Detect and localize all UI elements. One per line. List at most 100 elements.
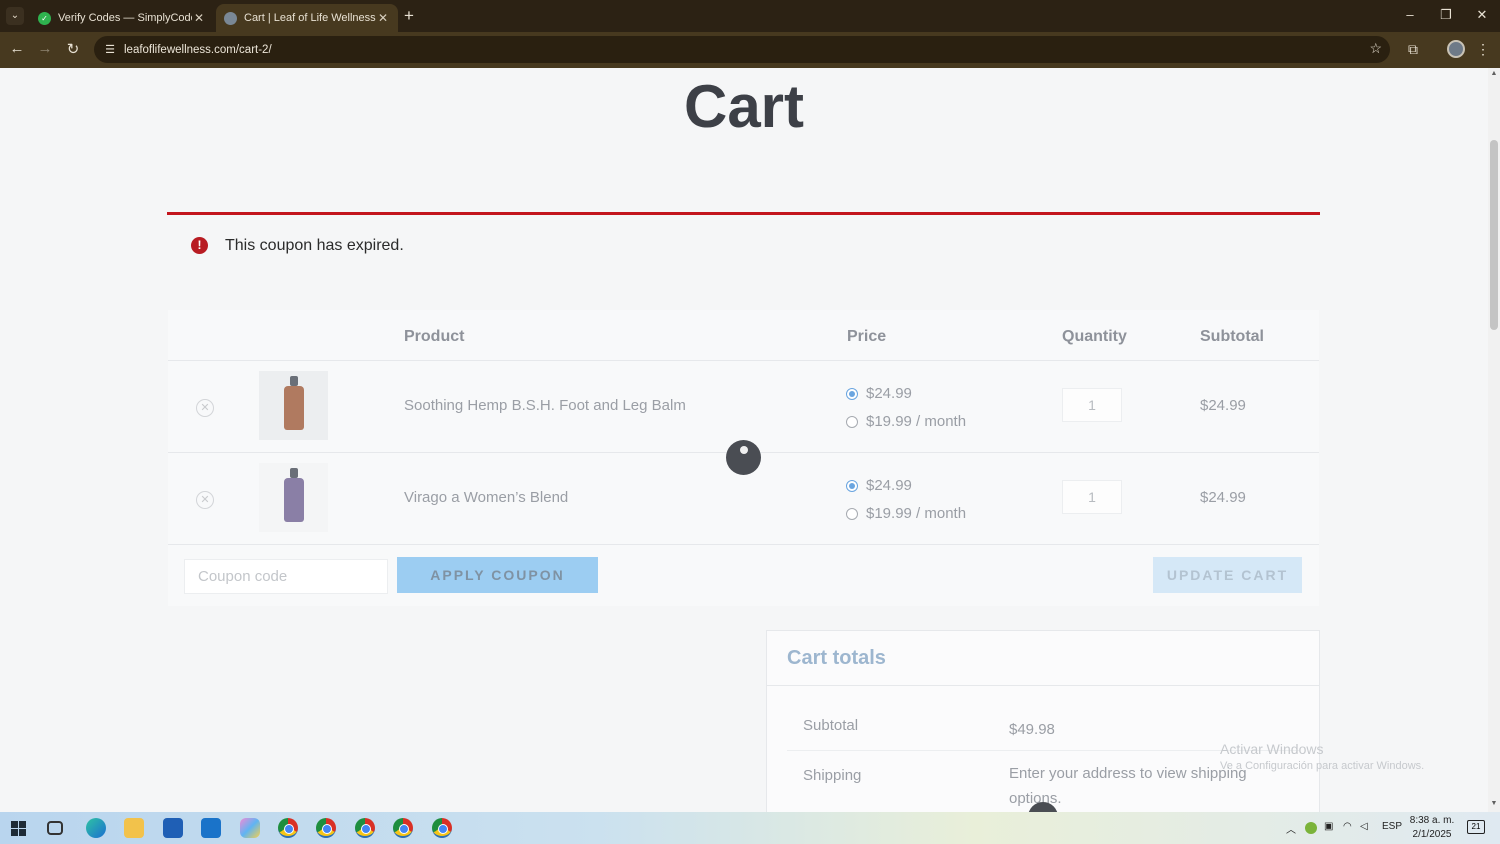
language-indicator[interactable]: ESP — [1382, 821, 1402, 832]
quantity-input[interactable]: 1 — [1062, 388, 1122, 422]
minimize-icon[interactable]: – — [1400, 7, 1420, 22]
price-option-label: $19.99 / month — [866, 505, 967, 522]
tab-cart[interactable]: Cart | Leaf of Life Wellness ✕ — [216, 4, 398, 32]
page-title: Cart — [683, 73, 805, 140]
scroll-down-arrow-icon[interactable]: ▼ — [1490, 800, 1498, 807]
product-name-link[interactable]: Soothing Hemp B.S.H. Foot and Leg Balm — [404, 397, 686, 414]
menu-kebab-icon[interactable]: ⋮ — [1474, 41, 1492, 58]
totals-label: Subtotal — [803, 717, 859, 734]
system-clock[interactable]: 8:38 a. m. 2/1/2025 — [1404, 814, 1460, 842]
close-tab-icon[interactable]: ✕ — [192, 11, 206, 25]
chrome-icon[interactable] — [278, 818, 298, 838]
simplycodes-favicon-icon: ✓ — [38, 11, 51, 25]
radio-selected-icon[interactable] — [846, 479, 858, 492]
windows-start-icon[interactable] — [11, 821, 26, 836]
error-notice: ! This coupon has expired. — [167, 212, 1320, 282]
header-price: Price — [847, 328, 887, 345]
wifi-icon[interactable]: ◠ — [1343, 821, 1352, 832]
remove-item-icon[interactable]: ✕ — [196, 491, 214, 509]
coupon-code-input[interactable]: Coupon code — [184, 559, 388, 594]
page-scrollbar[interactable]: ▲ ▼ — [1488, 68, 1500, 812]
reload-icon[interactable]: ↻ — [63, 40, 83, 58]
tab-title: Cart | Leaf of Life Wellness — [244, 12, 376, 24]
header-subtotal: Subtotal — [1200, 328, 1264, 345]
outlook-icon[interactable] — [201, 818, 221, 838]
profile-avatar[interactable] — [1447, 40, 1465, 58]
new-tab-plus-icon[interactable]: + — [404, 6, 414, 26]
radio-unselected-icon[interactable] — [846, 415, 858, 428]
tab-title: Verify Codes — SimplyCodes — [58, 12, 192, 24]
extensions-puzzle-icon[interactable]: ⧉ — [1404, 41, 1422, 58]
price-option-one-time[interactable]: $24.99 — [846, 477, 912, 494]
update-cart-button[interactable]: UPDATE CART — [1153, 557, 1302, 593]
chrome-icon[interactable] — [432, 818, 452, 838]
radio-unselected-icon[interactable] — [846, 507, 858, 520]
scrollbar-thumb[interactable] — [1490, 140, 1498, 330]
task-view-icon[interactable] — [47, 821, 63, 835]
tray-display-icon[interactable]: ▣ — [1324, 821, 1333, 832]
table-row: ✕ Soothing Hemp B.S.H. Foot and Leg Balm… — [168, 360, 1319, 452]
loading-spinner-icon — [726, 440, 761, 475]
totals-label: Shipping — [803, 767, 862, 784]
address-bar[interactable]: ☰ leafoflifewellness.com/cart-2/ ☆ — [94, 36, 1390, 63]
copilot-icon[interactable] — [240, 818, 260, 838]
error-exclamation-icon: ! — [191, 237, 208, 254]
quantity-input[interactable]: 1 — [1062, 480, 1122, 514]
volume-icon[interactable]: ◁ — [1360, 821, 1368, 832]
product-thumbnail[interactable] — [259, 371, 328, 440]
cart-actions: Coupon code APPLY COUPON UPDATE CART — [168, 544, 1319, 606]
price-option-one-time[interactable]: $24.99 — [846, 385, 912, 402]
product-name-link[interactable]: Virago a Women’s Blend — [404, 489, 568, 506]
totals-value: $49.98 — [1009, 721, 1055, 738]
clock-date: 2/1/2025 — [1412, 829, 1452, 840]
divider — [767, 685, 1319, 686]
globe-favicon-icon — [224, 11, 237, 25]
bookmark-star-icon[interactable]: ☆ — [1369, 40, 1382, 57]
header-product: Product — [404, 328, 465, 345]
back-arrow-icon[interactable]: ← — [7, 40, 27, 57]
chrome-icon[interactable] — [393, 818, 413, 838]
edge-browser-icon[interactable] — [86, 818, 106, 838]
product-bottle-image — [283, 376, 304, 430]
store-icon[interactable] — [163, 818, 183, 838]
error-notice-text: This coupon has expired. — [225, 237, 404, 254]
site-info-icon[interactable]: ☰ — [102, 42, 118, 58]
forward-arrow-icon[interactable]: → — [35, 40, 55, 57]
page-viewport: Cart ! This coupon has expired. Product … — [0, 68, 1488, 812]
radio-selected-icon[interactable] — [846, 387, 858, 400]
line-subtotal: $24.99 — [1200, 397, 1246, 414]
chrome-icon[interactable] — [355, 818, 375, 838]
watermark-line: Activar Windows — [1220, 741, 1324, 757]
close-tab-icon[interactable]: ✕ — [376, 11, 390, 25]
price-option-subscription[interactable]: $19.99 / month — [846, 505, 966, 522]
cart-totals-title: Cart totals — [787, 647, 886, 669]
tray-app-icon[interactable] — [1305, 822, 1317, 834]
price-option-label: $19.99 / month — [866, 413, 967, 430]
product-bottle-image — [283, 468, 304, 522]
windows-activation-watermark: Activar Windows Ve a Configuración para … — [1220, 741, 1424, 772]
tray-chevron-up-icon[interactable]: ︿ — [1286, 821, 1296, 836]
browser-toolbar: ← → ↻ ☰ leafoflifewellness.com/cart-2/ ☆… — [0, 32, 1500, 68]
price-option-label: $24.99 — [866, 477, 912, 494]
chrome-icon[interactable] — [316, 818, 336, 838]
tab-verify-codes[interactable]: ✓ Verify Codes — SimplyCodes ✕ — [30, 4, 214, 32]
browser-tab-strip: ⌄ ✓ Verify Codes — SimplyCodes ✕ Cart | … — [0, 0, 1500, 32]
price-option-label: $24.99 — [866, 385, 912, 402]
product-thumbnail[interactable] — [259, 463, 328, 532]
watermark-line: Ve a Configuración para activar Windows. — [1220, 760, 1425, 772]
apply-coupon-button[interactable]: APPLY COUPON — [397, 557, 598, 593]
header-quantity: Quantity — [1062, 328, 1127, 345]
file-explorer-icon[interactable] — [124, 818, 144, 838]
remove-item-icon[interactable]: ✕ — [196, 399, 214, 417]
notification-center-icon[interactable]: 21 — [1467, 820, 1485, 834]
line-subtotal: $24.99 — [1200, 489, 1246, 506]
url-text[interactable]: leafoflifewellness.com/cart-2/ — [124, 44, 272, 56]
close-window-icon[interactable]: ✕ — [1472, 7, 1492, 23]
restore-icon[interactable]: ❐ — [1436, 7, 1456, 23]
price-option-subscription[interactable]: $19.99 / month — [846, 413, 966, 430]
tab-search-chevron-icon[interactable]: ⌄ — [6, 7, 24, 25]
clock-time: 8:38 a. m. — [1409, 815, 1455, 826]
cart-totals-panel: Cart totals Subtotal $49.98 Shipping Ent… — [766, 630, 1320, 812]
scroll-up-arrow-icon[interactable]: ▲ — [1490, 70, 1498, 77]
windows-taskbar: ︿ ▣ ◠ ◁ ESP 8:38 a. m. 2/1/2025 21 — [0, 812, 1500, 844]
